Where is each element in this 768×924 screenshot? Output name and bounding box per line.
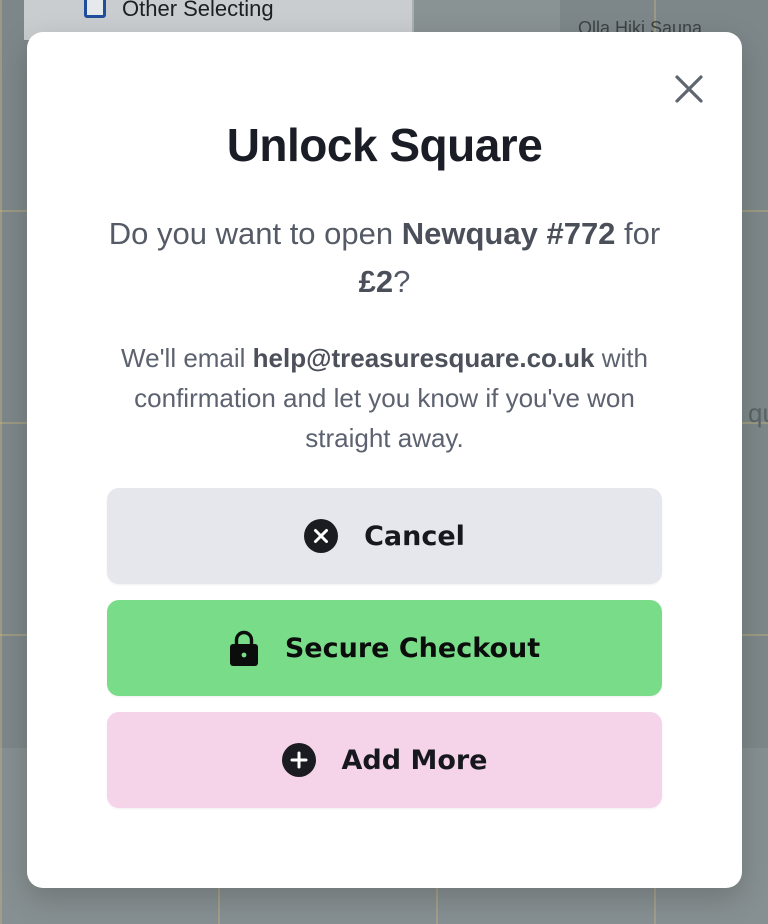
square-name: Newquay #772 bbox=[401, 216, 616, 251]
price: £2 bbox=[358, 264, 394, 299]
question-suffix: ? bbox=[393, 264, 411, 299]
unlock-square-modal: Unlock Square Do you want to open Newqua… bbox=[27, 32, 742, 888]
lock-icon bbox=[229, 630, 258, 666]
confirmation-info: We'll email help@treasuresquare.co.uk wi… bbox=[97, 338, 672, 458]
cancel-button[interactable]: Cancel bbox=[107, 488, 662, 584]
cancel-label: Cancel bbox=[364, 520, 465, 552]
close-icon bbox=[675, 75, 703, 103]
x-circle-icon bbox=[304, 519, 339, 553]
other-selecting-checkbox[interactable] bbox=[84, 0, 106, 18]
other-selecting-label: Other Selecting bbox=[122, 0, 274, 21]
secure-checkout-button[interactable]: Secure Checkout bbox=[107, 600, 662, 696]
close-button[interactable] bbox=[672, 72, 706, 106]
plus-circle-icon bbox=[281, 743, 316, 777]
map-edge-label: qu bbox=[748, 398, 768, 428]
secure-checkout-label: Secure Checkout bbox=[284, 632, 541, 664]
unlock-question: Do you want to open Newquay #772 for £2? bbox=[87, 210, 682, 306]
confirmation-email: help@treasuresquare.co.uk bbox=[252, 343, 595, 373]
modal-title: Unlock Square bbox=[226, 119, 543, 171]
add-more-label: Add More bbox=[341, 744, 488, 776]
question-mid: for bbox=[615, 216, 661, 251]
add-more-button[interactable]: Add More bbox=[107, 712, 662, 808]
question-prefix: Do you want to open bbox=[108, 216, 402, 251]
info-prefix: We'll email bbox=[121, 343, 253, 373]
